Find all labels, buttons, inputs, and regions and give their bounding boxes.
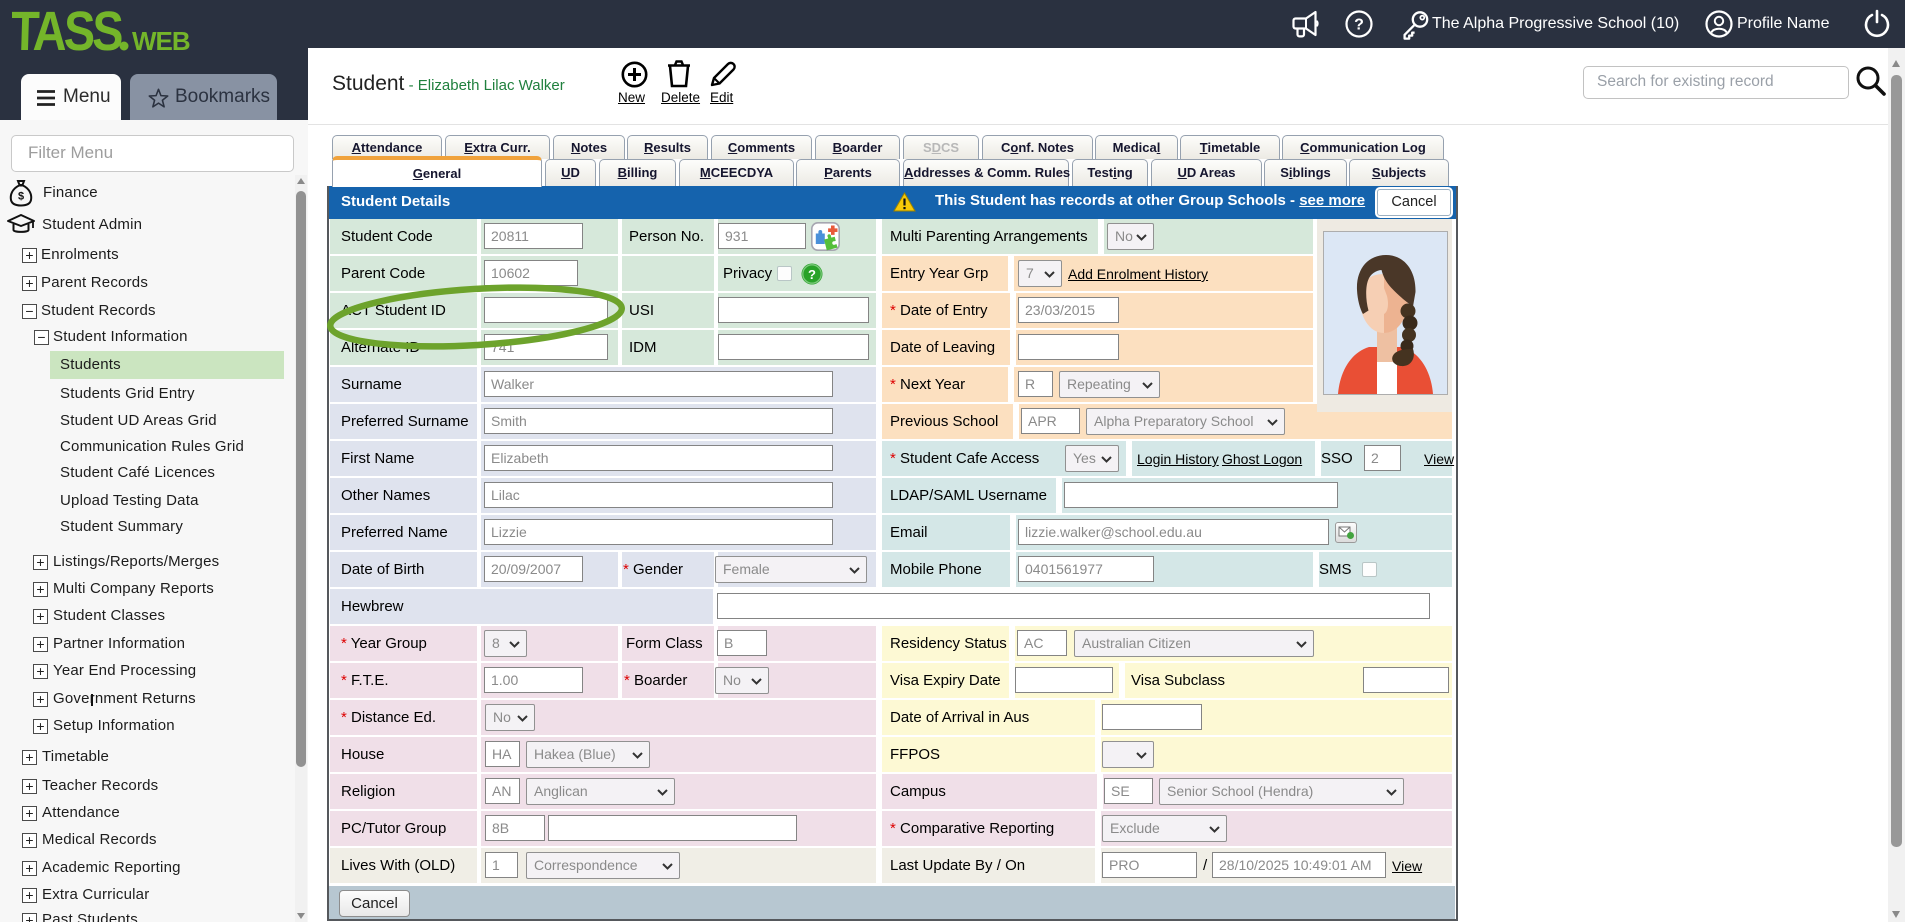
svg-text:?: ? xyxy=(808,267,816,282)
svg-text:$: $ xyxy=(18,191,24,203)
svg-text:?: ? xyxy=(1354,17,1364,34)
